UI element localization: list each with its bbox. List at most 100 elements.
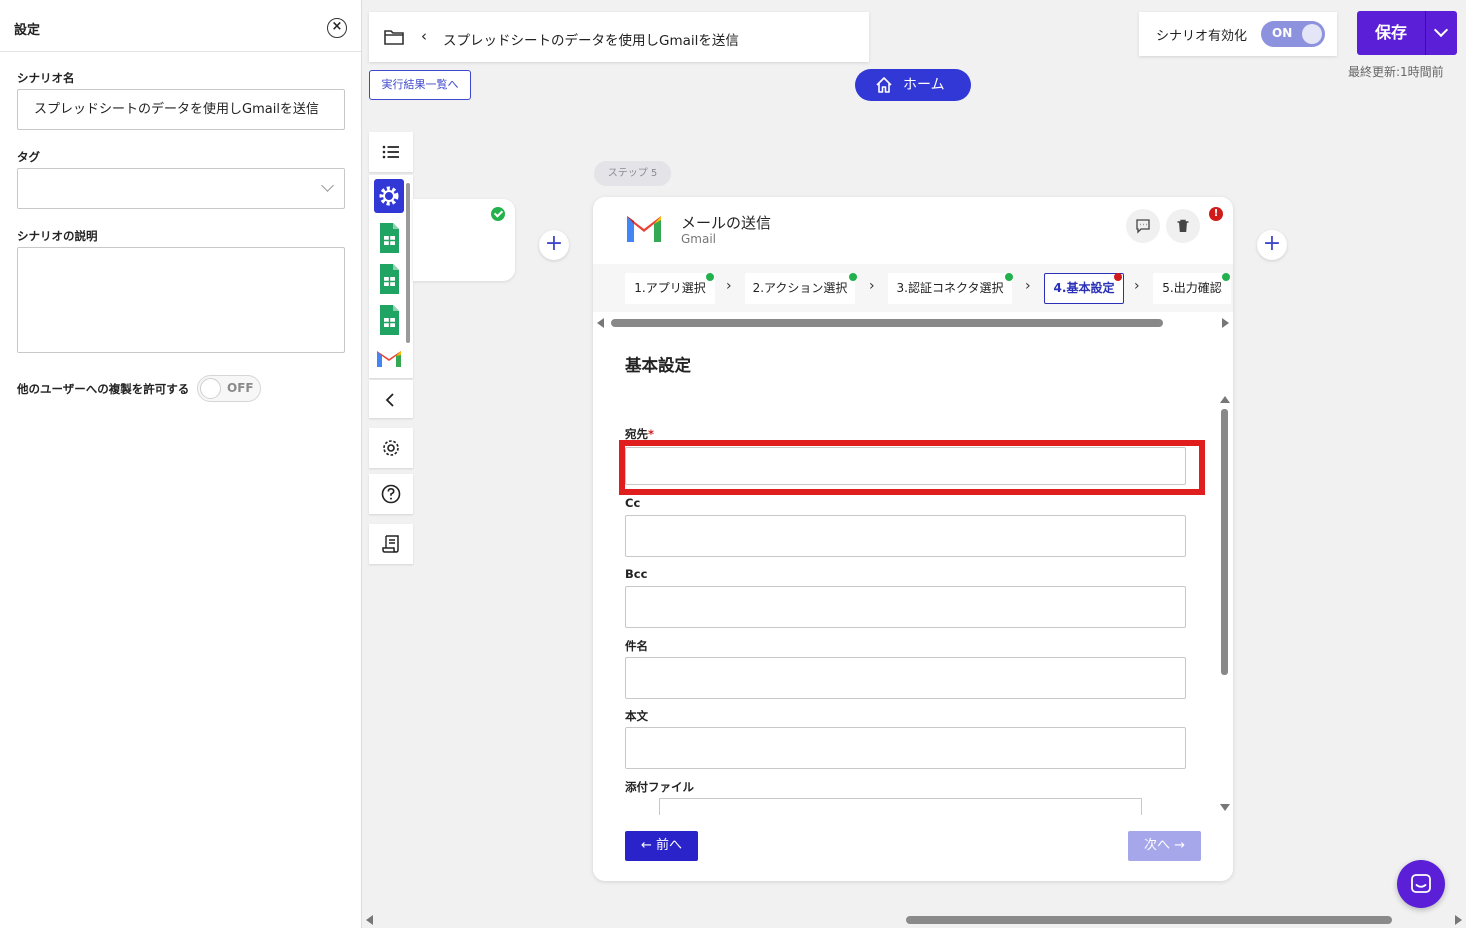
add-step-before-button[interactable]: + — [539, 230, 569, 260]
results-list-link[interactable]: 実行結果一覧へ — [369, 70, 471, 100]
scenario-name-label: シナリオ名 — [17, 71, 75, 85]
description-textarea[interactable] — [17, 247, 345, 353]
step-list-button[interactable] — [369, 132, 413, 172]
log-icon — [382, 535, 399, 553]
settings-header: 設定 × — [0, 0, 361, 52]
scroll-right-icon[interactable] — [1455, 915, 1462, 925]
log-button[interactable] — [369, 524, 413, 564]
success-icon — [1222, 273, 1230, 281]
chat-button[interactable] — [1397, 860, 1445, 908]
folder-icon[interactable] — [383, 27, 405, 47]
tab-app-select[interactable]: 1.アプリ選択 — [625, 273, 715, 304]
close-icon[interactable]: × — [327, 18, 347, 38]
delete-button[interactable] — [1166, 209, 1200, 243]
canvas-scrollbar[interactable] — [362, 912, 1466, 928]
allow-copy-toggle[interactable]: OFF — [197, 375, 261, 402]
tab-connector-select[interactable]: 3.認証コネクタ選択 — [888, 273, 1012, 304]
section-title: 基本設定 — [625, 356, 691, 375]
scroll-left-icon[interactable] — [366, 915, 373, 925]
settings-button[interactable] — [369, 428, 413, 468]
google-sheets-icon — [380, 223, 399, 253]
subject-input[interactable] — [625, 657, 1186, 699]
scenario-title-card: ‹ スプレッドシートのデータを使用しGmailを送信 — [369, 12, 869, 62]
attachment-label: 添付ファイル — [625, 780, 694, 794]
chevron-left-icon — [385, 393, 394, 407]
attachment-input[interactable] — [659, 798, 1142, 816]
tabs-scrollbar[interactable] — [593, 312, 1233, 334]
scroll-right-icon[interactable] — [1222, 318, 1229, 328]
enable-label: シナリオ有効化 — [1156, 29, 1248, 44]
success-icon — [849, 273, 857, 281]
step-sheets-2[interactable] — [374, 262, 404, 296]
tab-action-select[interactable]: 2.アクション選択 — [745, 273, 855, 304]
step-card: メールの送信 Gmail ! 1.アプリ選択 › 2.アクション選択 › 3.認… — [593, 197, 1233, 881]
collapse-button[interactable] — [369, 380, 413, 418]
strip-scrollbar[interactable] — [406, 183, 410, 343]
home-icon — [876, 77, 892, 93]
next-button[interactable]: 次へ → — [1128, 831, 1201, 861]
scroll-down-icon[interactable] — [1220, 804, 1230, 811]
back-chevron-icon[interactable]: ‹ — [421, 27, 427, 45]
previous-step-card[interactable] — [413, 199, 515, 281]
success-icon — [1005, 273, 1013, 281]
comment-button[interactable] — [1126, 209, 1160, 243]
list-icon — [382, 145, 399, 159]
bcc-input[interactable] — [625, 586, 1186, 628]
tag-label: タグ — [17, 150, 40, 164]
chevron-down-icon — [1433, 22, 1449, 38]
last-updated: 最終更新:1時間前 — [1348, 65, 1444, 79]
error-icon — [1114, 273, 1122, 281]
google-sheets-icon — [380, 264, 399, 294]
cc-input[interactable] — [625, 515, 1186, 557]
gear-icon — [379, 186, 399, 206]
scenario-name-input[interactable]: スプレッドシートのデータを使用しGmailを送信 — [17, 89, 345, 130]
add-step-after-button[interactable]: + — [1257, 230, 1287, 260]
allow-copy-label: 他のユーザーへの複製を許可する — [17, 382, 190, 396]
step-sheets-3[interactable] — [374, 303, 404, 337]
step-number-badge: ステップ 5 — [594, 161, 671, 186]
success-icon — [491, 207, 505, 221]
gmail-icon — [627, 216, 661, 242]
save-button[interactable]: 保存 — [1357, 11, 1425, 55]
form-scrollbar[interactable] — [1221, 409, 1228, 675]
chat-icon — [1411, 874, 1431, 893]
save-dropdown-button[interactable] — [1425, 11, 1457, 55]
step-title: メールの送信 — [681, 214, 772, 232]
cc-label: Cc — [625, 496, 641, 510]
scroll-up-icon[interactable] — [1220, 396, 1230, 403]
scenario-title: スプレッドシートのデータを使用しGmailを送信 — [443, 33, 739, 49]
chevron-right-icon: › — [726, 278, 732, 294]
step-app-name: Gmail — [681, 232, 717, 246]
trash-icon — [1177, 219, 1189, 232]
tag-select[interactable] — [17, 168, 345, 209]
body-input[interactable] — [625, 727, 1186, 769]
subject-label: 件名 — [625, 639, 648, 653]
chevron-down-icon — [321, 179, 334, 192]
step-icon-strip — [369, 175, 413, 378]
step-trigger[interactable] — [374, 179, 404, 213]
body-label: 本文 — [625, 709, 648, 723]
settings-panel: 設定 × シナリオ名 スプレッドシートのデータを使用しGmailを送信 タグ シ… — [0, 0, 362, 928]
step-gmail[interactable] — [374, 343, 404, 373]
step-sheets-1[interactable] — [374, 221, 404, 255]
highlight-box — [619, 440, 1205, 495]
help-button[interactable] — [369, 474, 413, 514]
previous-button[interactable]: ← 前へ — [625, 831, 698, 861]
plus-icon: + — [1262, 231, 1282, 256]
error-icon: ! — [1209, 207, 1223, 221]
success-icon — [706, 273, 714, 281]
chevron-right-icon: › — [869, 278, 875, 294]
gear-icon — [383, 440, 399, 456]
tab-basic-settings[interactable]: 4.基本設定 — [1044, 273, 1124, 304]
scroll-left-icon[interactable] — [597, 318, 604, 328]
enable-toggle[interactable]: ON — [1261, 21, 1325, 47]
scroll-thumb[interactable] — [611, 319, 1163, 327]
description-label: シナリオの説明 — [17, 229, 98, 243]
gmail-icon — [377, 351, 401, 367]
enable-card: シナリオ有効化 ON — [1139, 12, 1337, 56]
scroll-thumb[interactable] — [906, 916, 1392, 924]
settings-title: 設定 — [14, 23, 41, 38]
tab-output-check[interactable]: 5.出力確認 — [1153, 273, 1231, 304]
content-clip — [593, 815, 1213, 827]
home-button[interactable]: ホーム — [855, 69, 971, 101]
